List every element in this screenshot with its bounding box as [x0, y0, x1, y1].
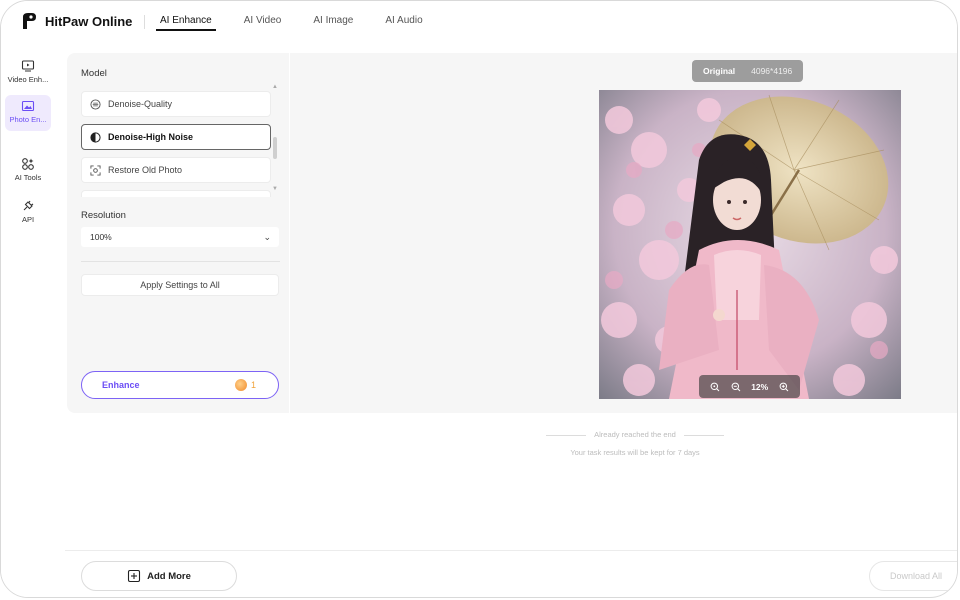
end-line-left [546, 434, 587, 436]
model-list-scrollbar[interactable] [273, 137, 277, 159]
original-label: Original [703, 66, 736, 76]
model-option-restore-old-photo[interactable]: Restore Old Photo [81, 157, 271, 183]
preview-area: Original 4096*4196 12% [290, 53, 957, 413]
restore-photo-icon [90, 164, 101, 176]
coin-icon [234, 379, 247, 391]
top-bar: HitPaw Online AI Enhance AI Video AI Ima… [1, 1, 957, 43]
bottom-divider [65, 550, 957, 551]
enhance-cost: 1 [234, 379, 256, 391]
rail-item-ai-tools[interactable]: AI Tools [5, 153, 51, 189]
app-name: HitPaw Online [45, 13, 133, 29]
rail-item-photo-enhance[interactable]: Photo En... [5, 95, 51, 131]
enhance-cost-value: 1 [250, 380, 256, 390]
scroll-down-icon[interactable]: ▼ [272, 186, 278, 192]
api-icon [23, 200, 34, 211]
model-list: Denoise-Quality Denoise-High Noise Resto… [81, 89, 273, 197]
tab-ai-video[interactable]: AI Video [240, 1, 286, 43]
model-option-label: Denoise-High Noise [108, 132, 194, 142]
photo-enhance-icon [21, 100, 35, 112]
zoom-toolbar: 12% [699, 375, 800, 398]
resolution-value: 100% [90, 232, 112, 242]
rail-item-label: API [21, 215, 35, 224]
end-line-right [683, 434, 724, 436]
resolution-label: Resolution [81, 210, 126, 221]
left-rail: Video Enh... Photo En... AI Tools API [1, 43, 55, 597]
chevron-down-icon: ⌄ [263, 232, 271, 242]
add-more-label: Add More [147, 570, 191, 582]
rail-item-video-enhance[interactable]: Video Enh... [5, 55, 51, 91]
zoom-in-icon[interactable] [779, 382, 789, 392]
model-label: Model [81, 68, 107, 79]
end-of-list-text: Already reached the end [594, 430, 676, 439]
scroll-up-icon[interactable]: ▲ [272, 84, 278, 90]
rail-item-label: Video Enh... [7, 75, 49, 84]
panel-divider [81, 261, 280, 262]
tab-ai-image[interactable]: AI Image [309, 1, 357, 43]
zoom-out-icon[interactable] [731, 382, 741, 392]
retention-note: Your task results will be kept for 7 day… [570, 448, 700, 457]
app-logo[interactable]: HitPaw Online [19, 11, 132, 31]
resolution-select[interactable]: 100% ⌄ [81, 227, 279, 247]
rail-item-label: Photo En... [9, 115, 47, 124]
video-enhance-icon [21, 60, 35, 72]
app-window: HitPaw Online AI Enhance AI Video AI Ima… [0, 0, 958, 598]
ai-tools-icon [22, 158, 34, 170]
tab-ai-audio[interactable]: AI Audio [381, 1, 426, 43]
model-option-label: Restore Old Photo [108, 165, 183, 175]
zoom-fit-icon[interactable] [710, 382, 720, 392]
hitpaw-logo-icon [23, 13, 36, 29]
original-badge: Original 4096*4196 [692, 60, 804, 82]
rail-item-label: AI Tools [14, 173, 42, 182]
model-option-denoise-high-noise[interactable]: Denoise-High Noise [81, 124, 271, 150]
denoise-high-noise-icon [90, 131, 101, 143]
settings-panel: Model Denoise-Quality Denoise-High Noise [67, 53, 289, 413]
tab-ai-enhance[interactable]: AI Enhance [156, 1, 216, 43]
rail-item-api[interactable]: API [5, 195, 51, 231]
preview-image-graphic [599, 90, 901, 399]
end-of-list-note: Already reached the end [157, 430, 957, 439]
add-more-button[interactable]: Add More [81, 561, 237, 591]
enhance-button[interactable]: Enhance 1 [81, 371, 279, 399]
enhance-button-label: Enhance [102, 380, 140, 390]
zoom-level: 12% [751, 381, 769, 392]
add-file-icon [128, 569, 141, 583]
download-all-button[interactable]: Download All [869, 561, 957, 591]
model-option-partial[interactable] [81, 190, 271, 197]
image-dimensions: 4096*4196 [751, 66, 793, 76]
model-option-label: Denoise-Quality [108, 99, 173, 109]
preview-image[interactable] [599, 90, 901, 399]
model-option-denoise-quality[interactable]: Denoise-Quality [81, 91, 271, 117]
denoise-quality-icon [90, 98, 101, 110]
top-navigation: AI Enhance AI Video AI Image AI Audio [144, 1, 451, 43]
apply-settings-to-all-button[interactable]: Apply Settings to All [81, 274, 279, 296]
nav-divider [144, 15, 145, 29]
